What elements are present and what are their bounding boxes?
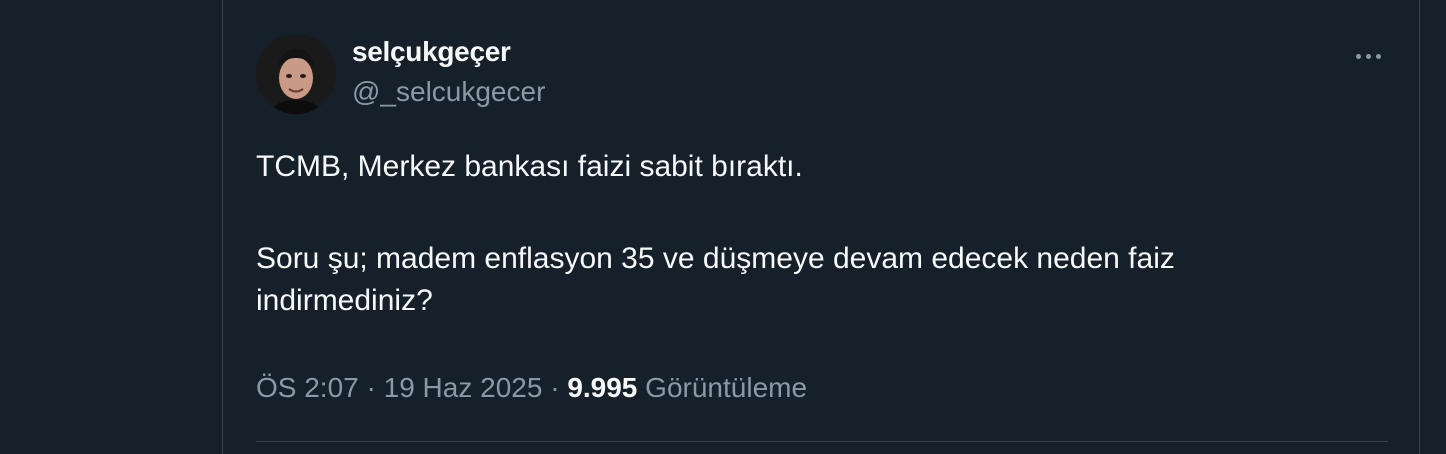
author-handle[interactable]: @_selcukgecer [352,76,545,108]
tweet-text-line: indirmediniz? [256,284,433,317]
views-count: 9.995 [567,372,638,403]
avatar-photo [256,34,336,114]
tweet-text-line: TCMB, Merkez bankası faizi sabit bıraktı… [256,150,803,183]
views-label: Görüntüleme [645,372,808,403]
tweet-text: TCMB, Merkez bankası faizi sabit bıraktı… [256,146,1376,322]
divider [256,441,1388,442]
tweet-metadata: ÖS 2:07 · 19 Haz 2025 · 9.995 Görüntülem… [256,372,807,404]
more-horizontal-icon [1355,53,1381,59]
avatar[interactable] [256,34,336,114]
more-options-button[interactable] [1348,40,1388,72]
tweet-time[interactable]: ÖS 2:07 [256,372,359,403]
tweet-date[interactable]: 19 Haz 2025 [384,372,543,403]
meta-separator: · [366,372,376,403]
tweet-text-line: Soru şu; madem enflasyon 35 ve düşmeye d… [256,242,1175,275]
author-display-name[interactable]: selçukgeçer [352,36,511,68]
meta-separator: · [550,372,560,403]
tweet-page: selçukgeçer @_selcukgecer TCMB, Merkez b… [0,0,1446,454]
